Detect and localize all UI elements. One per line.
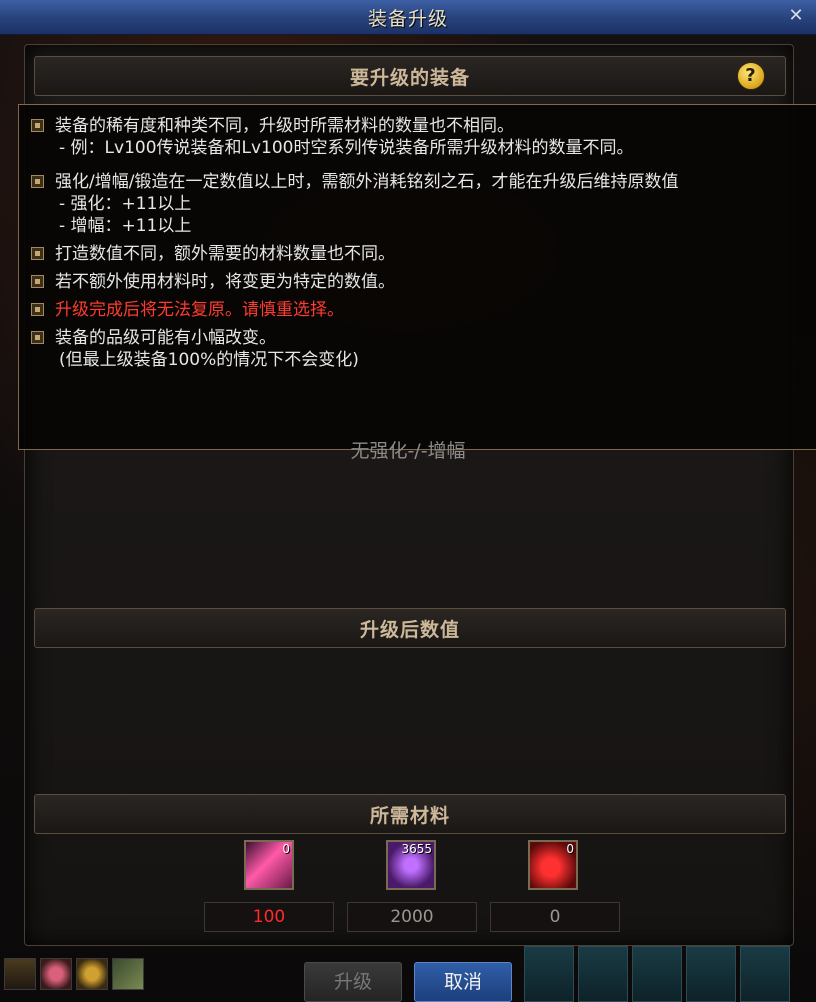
material-value: 2000 [347,902,477,932]
material-value: 0 [490,902,620,932]
bullet-icon [31,331,44,344]
no-enhance-label: 无强化-/-增幅 [350,440,466,462]
window-titlebar[interactable]: 装备升级 ✕ [0,0,816,35]
tooltip-item: 装备的品级可能有小幅改变。 (但最上级装备100%的情况下不会变化) [31,327,816,371]
tooltip-item: 装备的稀有度和种类不同，升级时所需材料的数量也不相同。 - 例：Lv100传说装备… [31,115,816,159]
material-value: 100 [204,902,334,932]
skill-slot-1-icon[interactable] [524,946,574,1002]
tooltip-subtext: - 例：Lv100传说装备和Lv100时空系列传说装备所需升级材料的数量不同。 [59,138,634,158]
tooltip-item: 打造数值不同，额外需要的材料数量也不同。 [31,243,816,265]
window-title: 装备升级 [367,7,448,30]
cancel-button[interactable]: 取消 [414,962,512,1002]
pink-crystal-icon[interactable]: 0 [244,840,294,890]
tooltip-text: 强化/增幅/锻造在一定数值以上时，需额外消耗铭刻之石，才能在升级后维持原数值 [55,172,679,192]
help-button[interactable]: ? [737,62,765,90]
tooltip-text: 升级完成后将无法复原。请慎重选择。 [55,300,344,320]
tooltip-text: 若不额外使用材料时，将变更为特定的数值。 [55,272,395,292]
tooltip-text: 打造数值不同，额外需要的材料数量也不同。 [55,244,395,264]
bullet-icon [31,275,44,288]
red-orb-icon[interactable]: 0 [528,840,578,890]
tooltip-text: 装备的稀有度和种类不同，升级时所需材料的数量也不相同。 [55,116,514,136]
after-section-title: 升级后数值 [359,618,460,641]
skill-slot-5-icon[interactable] [740,946,790,1002]
quickslot-4-icon[interactable] [112,958,144,990]
after-section-header: 升级后数值 [34,608,786,648]
skill-slot-2-icon[interactable] [578,946,628,1002]
materials-section-title: 所需材料 [369,804,450,827]
equip-section-title: 要升级的装备 [349,66,470,89]
material-count: 0 [566,842,574,856]
material-count: 3655 [401,842,432,856]
material-count: 0 [282,842,290,856]
bullet-icon [31,303,44,316]
equip-section-header: 要升级的装备 ? [34,56,786,96]
bullet-icon [31,247,44,260]
tooltip-item: 升级完成后将无法复原。请慎重选择。 [31,299,816,321]
character-icon[interactable] [76,958,108,990]
tooltip-item: 若不额外使用材料时，将变更为特定的数值。 [31,271,816,293]
tooltip-text: 装备的品级可能有小幅改变。 [55,328,276,348]
heart-icon[interactable] [40,958,72,990]
skill-slot-4-icon[interactable] [686,946,736,1002]
tooltip-subtext: - 强化：+11以上 [59,194,192,214]
bullet-icon [31,175,44,188]
tooltip-item: 强化/增幅/锻造在一定数值以上时，需额外消耗铭刻之石，才能在升级后维持原数值 - … [31,171,816,237]
tooltip-subtext: (但最上级装备100%的情况下不会变化) [59,350,359,370]
purple-stone-icon[interactable]: 3655 [386,840,436,890]
skill-slot-3-icon[interactable] [632,946,682,1002]
bullet-icon [31,119,44,132]
quickslot-1-icon[interactable] [4,958,36,990]
materials-section-header: 所需材料 [34,794,786,834]
tooltip-subtext: - 增幅：+11以上 [59,216,192,236]
upgrade-button[interactable]: 升级 [304,962,402,1002]
close-icon[interactable]: ✕ [786,6,806,26]
help-tooltip: 装备的稀有度和种类不同，升级时所需材料的数量也不相同。 - 例：Lv100传说装备… [18,104,816,450]
